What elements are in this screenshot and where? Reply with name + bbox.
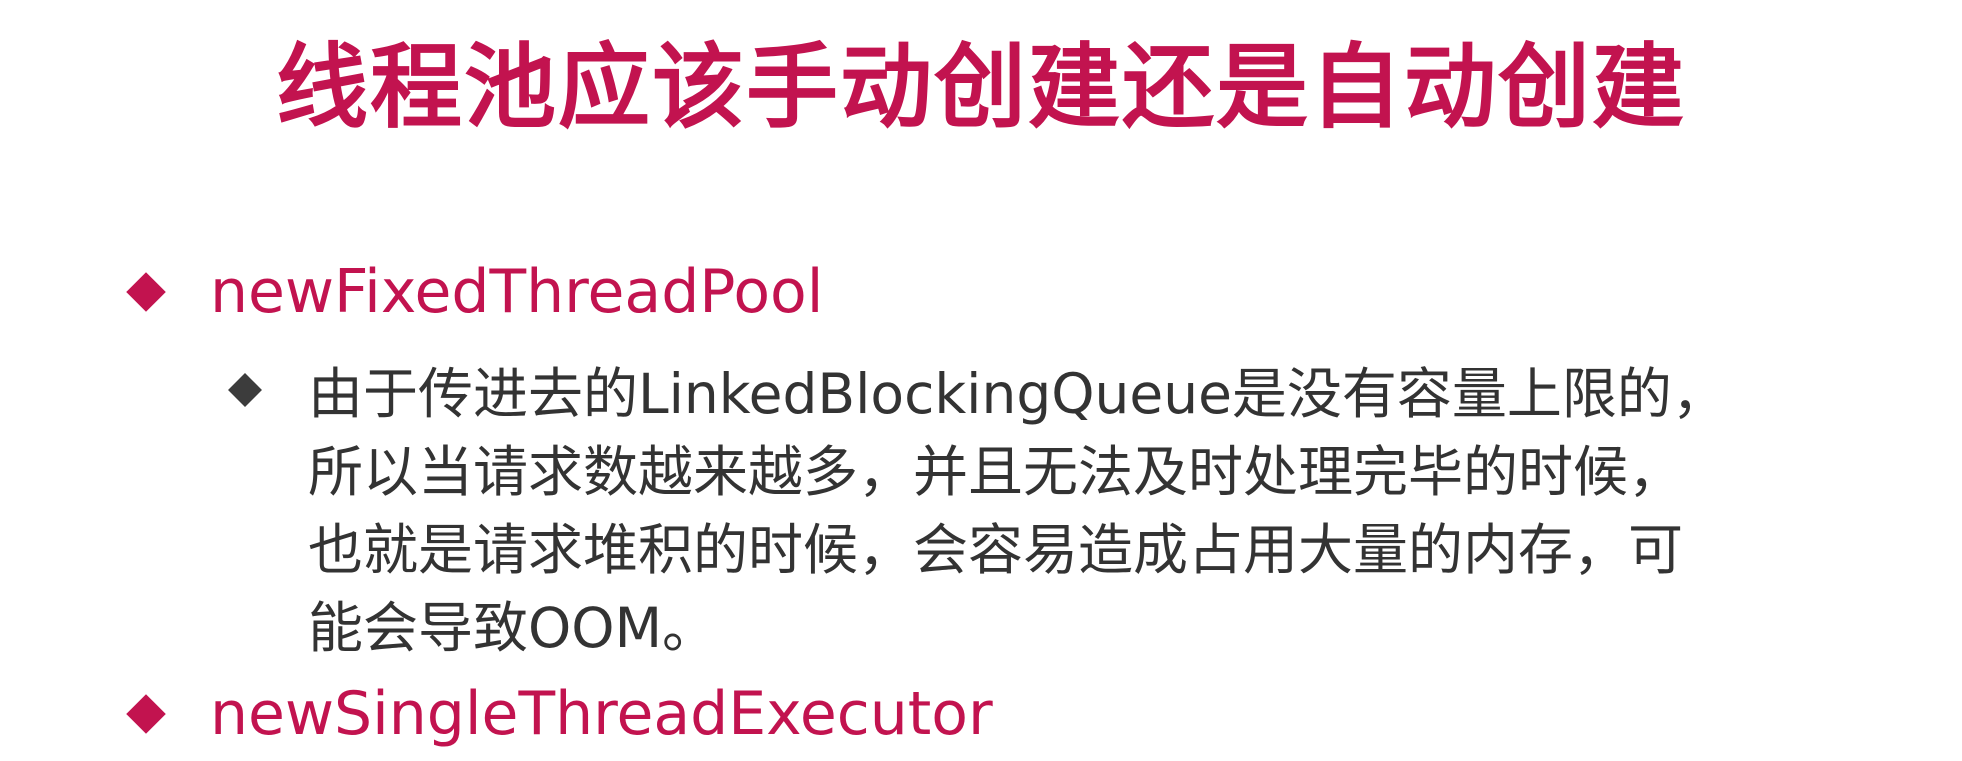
bullet-label: newFixedThreadPool bbox=[210, 257, 824, 327]
bullet-item: newFixedThreadPool bbox=[126, 252, 823, 332]
diamond-icon bbox=[228, 373, 262, 407]
bullet-label: newSingleThreadExecutor bbox=[210, 679, 993, 749]
sub-bullet-line: 由于传进去的LinkedBlockingQueue是没有容量上限的， bbox=[308, 362, 1727, 426]
slide-title: 线程池应该手动创建还是自动创建 bbox=[275, 34, 1686, 141]
sub-bullet-line: 所以当请求数越来越多，并且无法及时处理完毕的时候， bbox=[308, 440, 1684, 504]
bullet-item: newSingleThreadExecutor bbox=[126, 674, 993, 754]
diamond-icon bbox=[126, 694, 166, 734]
diamond-icon bbox=[126, 272, 166, 312]
sub-bullet-line: 也就是请求堆积的时候，会容易造成占用大量的内存，可 bbox=[308, 518, 1684, 582]
sub-bullet-text: 由于传进去的LinkedBlockingQueue是没有容量上限的， 所以当请求… bbox=[308, 355, 1727, 667]
slide: 线程池应该手动创建还是自动创建 newFixedThreadPool 由于传进去… bbox=[0, 0, 1962, 761]
sub-bullet-line: 能会导致OOM。 bbox=[308, 596, 718, 660]
